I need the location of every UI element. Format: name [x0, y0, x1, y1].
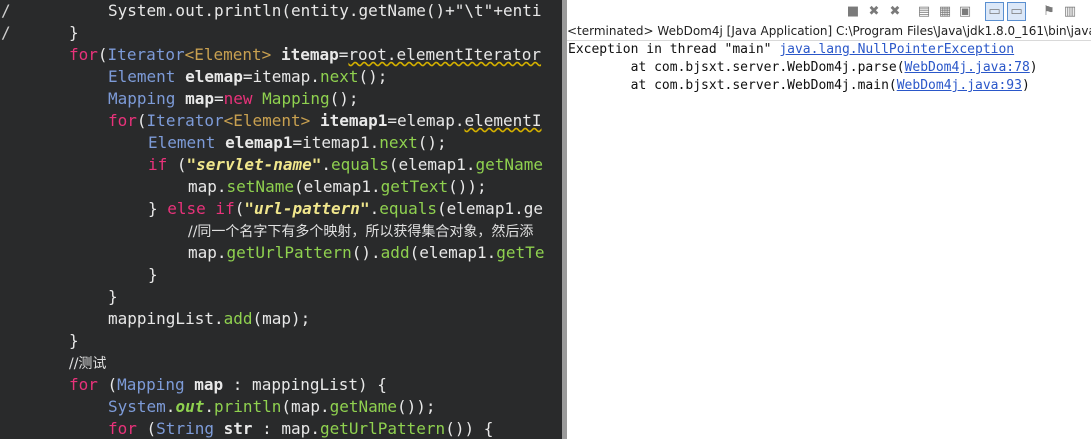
- launch-status: <terminated> WebDom4j [Java Application]…: [567, 22, 1091, 41]
- console-line: Exception in thread "main" java.lang.Nul…: [568, 42, 1015, 57]
- code-text: Element elemap=itemap.next();: [108, 67, 388, 86]
- remove-all-icon[interactable]: ✖: [886, 2, 904, 20]
- code-text: //同一个名字下有多个映射，所以获得集合对象，然后添: [188, 224, 534, 240]
- code-line[interactable]: for (Mapping map : mappingList) {: [0, 374, 562, 396]
- code-line[interactable]: map.setName(elemap1.getText());: [0, 176, 562, 198]
- code-editor[interactable]: / System.out.println(entity.getName()+"\t…: [0, 0, 562, 439]
- stacktrace-link[interactable]: java.lang.NullPointerException: [779, 42, 1014, 57]
- code-line[interactable]: if ("servlet-name".equals(elemap1.getNam…: [0, 154, 562, 176]
- code-line[interactable]: for(Iterator<Element> itemap1=elemap.ele…: [0, 110, 562, 132]
- code-text: for(Iterator<Element> itemap=root.elemen…: [69, 45, 542, 64]
- comment-marker: /: [1, 1, 11, 20]
- code-line[interactable]: //测试: [0, 352, 562, 374]
- code-line[interactable]: } else if("url-pattern".equals(elemap1.g…: [0, 198, 562, 220]
- code-text: if ("servlet-name".equals(elemap1.getNam…: [148, 155, 543, 174]
- code-text: System.out.println(entity.getName()+"\t"…: [108, 1, 542, 20]
- code-line[interactable]: Mapping map=new Mapping();: [0, 88, 562, 110]
- code-line[interactable]: }: [0, 286, 562, 308]
- scroll-lock-icon[interactable]: ▤: [915, 2, 933, 20]
- display-console-icon[interactable]: ▥: [1061, 2, 1079, 20]
- code-text: for (String str : map.getUrlPattern()) {: [108, 419, 494, 438]
- console-view[interactable]: ■ ✖ ✖ ▤ ▦ ▣ ▭ ▭ ⚑ ▥ <terminated> WebDom4…: [567, 0, 1091, 439]
- code-text: }: [148, 265, 158, 284]
- show-stdout-icon[interactable]: ▭: [985, 2, 1004, 21]
- console-toolbar: ■ ✖ ✖ ▤ ▦ ▣ ▭ ▭ ⚑ ▥: [567, 0, 1091, 22]
- code-text: //测试: [69, 356, 107, 372]
- code-text: for(Iterator<Element> itemap1=elemap.ele…: [108, 111, 542, 130]
- code-line[interactable]: / System.out.println(entity.getName()+"\t…: [0, 0, 562, 22]
- remove-launch-icon[interactable]: ✖: [865, 2, 883, 20]
- code-text: Mapping map=new Mapping();: [108, 89, 359, 108]
- code-text: map.setName(elemap1.getText());: [188, 177, 487, 196]
- console-line: at com.bjsxt.server.WebDom4j.main(WebDom…: [568, 78, 1030, 93]
- stacktrace-link[interactable]: WebDom4j.java:93: [897, 78, 1022, 93]
- code-text: mappingList.add(map);: [108, 309, 311, 328]
- word-wrap-icon[interactable]: ▦: [936, 2, 954, 20]
- comment-marker: /: [1, 23, 11, 42]
- console-line: at com.bjsxt.server.WebDom4j.parse(WebDo…: [568, 60, 1038, 75]
- code-line[interactable]: for(Iterator<Element> itemap=root.elemen…: [0, 44, 562, 66]
- code-line[interactable]: map.getUrlPattern().add(elemap1.getTe: [0, 242, 562, 264]
- code-line[interactable]: }: [0, 264, 562, 286]
- code-line[interactable]: Element elemap1=itemap1.next();: [0, 132, 562, 154]
- code-line[interactable]: for (String str : map.getUrlPattern()) {: [0, 418, 562, 439]
- pin-console-icon[interactable]: ⚑: [1040, 2, 1058, 20]
- code-text: }: [69, 331, 79, 350]
- code-text: map.getUrlPattern().add(elemap1.getTe: [188, 243, 545, 262]
- code-line[interactable]: Element elemap=itemap.next();: [0, 66, 562, 88]
- code-text: } else if("url-pattern".equals(elemap1.g…: [148, 199, 543, 218]
- code-line[interactable]: System.out.println(map.getName());: [0, 396, 562, 418]
- code-line[interactable]: mappingList.add(map);: [0, 308, 562, 330]
- code-text: for (Mapping map : mappingList) {: [69, 375, 387, 394]
- code-text: }: [108, 287, 118, 306]
- code-line[interactable]: /}: [0, 22, 562, 44]
- code-text: Element elemap1=itemap1.next();: [148, 133, 447, 152]
- code-line[interactable]: //同一个名字下有多个映射，所以获得集合对象，然后添: [0, 220, 562, 242]
- code-line[interactable]: }: [0, 330, 562, 352]
- terminate-icon[interactable]: ■: [844, 2, 862, 20]
- show-stderr-icon[interactable]: ▭: [1007, 2, 1026, 21]
- copy-icon[interactable]: ▣: [956, 2, 974, 20]
- code-text: System.out.println(map.getName());: [108, 397, 436, 416]
- stacktrace-link[interactable]: WebDom4j.java:78: [905, 60, 1030, 75]
- code-text: }: [69, 23, 79, 42]
